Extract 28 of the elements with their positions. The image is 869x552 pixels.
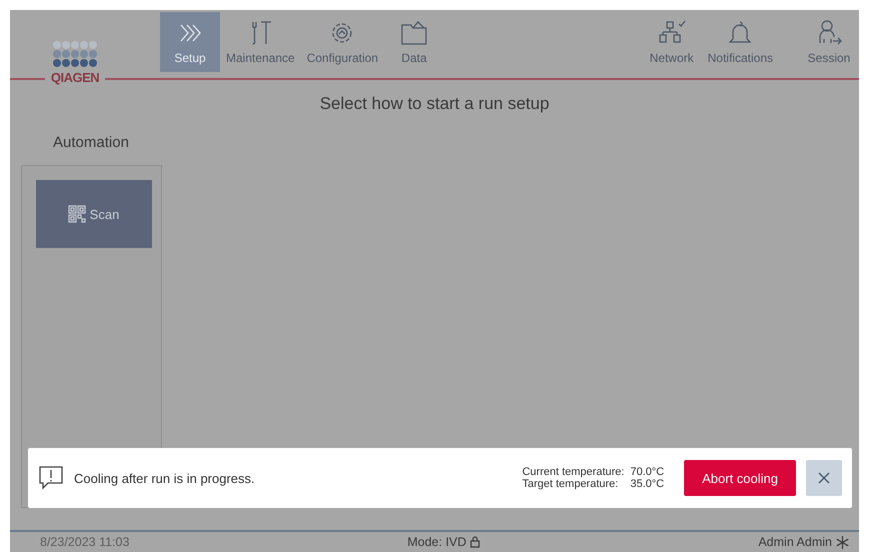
reading-value: 35.0°C [630, 478, 664, 490]
nav-tab[interactable]: Configuration [300, 12, 384, 72]
snowflake-icon [836, 536, 849, 548]
date-time: 8/23/2023 11:03 [40, 535, 130, 549]
page-title: Select how to start a run setup [318, 94, 550, 114]
message-alert-icon [38, 465, 64, 491]
sidebar-heading: Automation [53, 134, 129, 151]
abort-cooling-button[interactable]: Abort cooling [684, 460, 796, 496]
close-button[interactable] [806, 460, 842, 496]
logo-dots-icon [52, 40, 98, 70]
reading-label: Current temperature: [522, 466, 624, 478]
nav-tab[interactable]: Setup [160, 12, 220, 72]
qr-code-icon [68, 205, 86, 223]
header-button[interactable]: Notifications [702, 12, 779, 72]
header-button[interactable]: Session [799, 12, 859, 72]
nav-tab[interactable]: Data [384, 12, 444, 72]
mode-label: Mode: IVD [407, 535, 480, 549]
header-button[interactable]: Network [642, 12, 702, 72]
logo-text: QIAGEN [44, 70, 106, 85]
nav-tab[interactable]: Maintenance [220, 12, 301, 72]
close-icon [818, 472, 830, 484]
reading-value: 70.0°C [630, 466, 664, 478]
reading-label: Target temperature: [522, 478, 620, 490]
lock-icon [470, 536, 480, 548]
user-label: Admin Admin [758, 535, 849, 549]
notification-message: Cooling after run is in progress. [74, 470, 256, 486]
folder-icon [399, 19, 430, 47]
scan-button[interactable]: Scan [36, 180, 152, 248]
